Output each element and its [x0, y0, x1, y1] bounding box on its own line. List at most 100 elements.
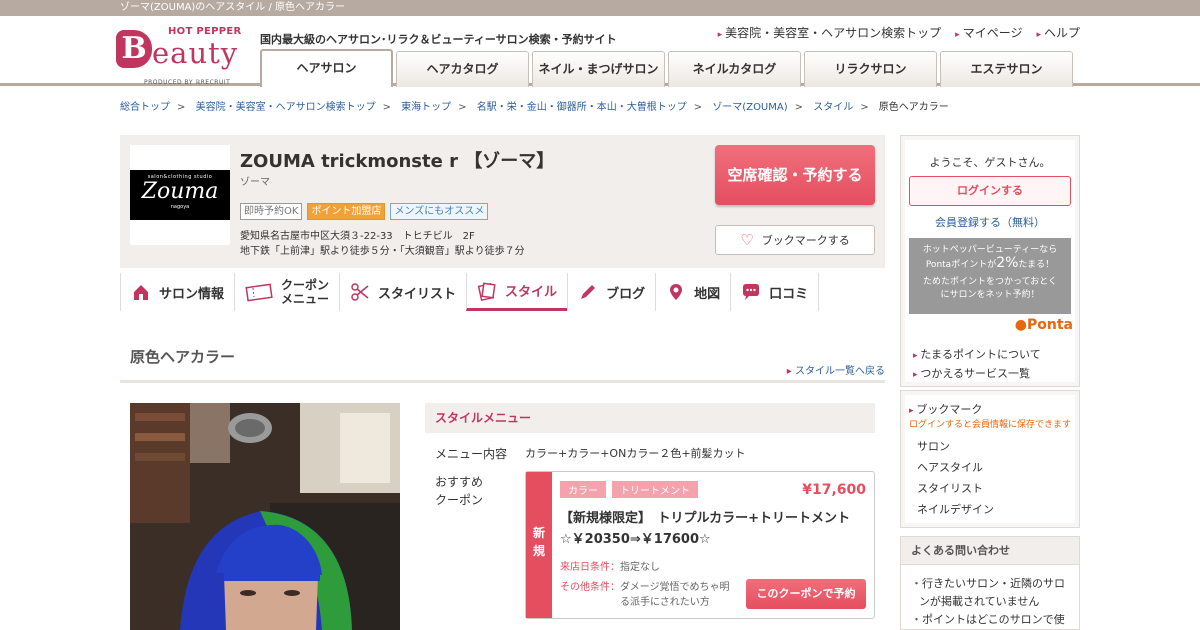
style-menu-header: スタイルメニュー — [425, 403, 875, 433]
coupon-other-condition: その他条件：ダメージ覚悟でめちゃ明 る派手にされたい方 — [560, 580, 730, 610]
tab-blog[interactable]: ブログ — [567, 273, 655, 311]
bookmark-item-stylist[interactable]: スタイリスト — [909, 478, 1071, 499]
point-links: たまるポイントについて つかえるサービス一覧 — [913, 346, 1041, 384]
bookmark-item-nail[interactable]: ネイルデザイン — [909, 499, 1071, 520]
tab-coupon-label-2: メニュー — [281, 292, 330, 306]
tab-coupon-menu-label: クーポン メニュー — [281, 278, 329, 306]
coupon-card: 新規 カラー トリートメント ¥17,600 【新規様限定】 トリプルカラー+ト… — [525, 471, 875, 619]
ponta-mascot-icon: ● — [1014, 317, 1027, 333]
tab-review[interactable]: 口コミ — [730, 273, 820, 311]
breadcrumb-item[interactable]: 名駅・栄・金山・御器所・本山・大曽根トップ — [477, 102, 687, 113]
map-pin-icon — [670, 284, 683, 300]
tab-map[interactable]: 地図 — [655, 273, 730, 311]
recommended-coupon-label-1: おすすめ — [435, 475, 484, 489]
tab-stylist[interactable]: スタイリスト — [339, 273, 466, 311]
house-icon — [134, 285, 148, 300]
tab-blog-label: ブログ — [606, 286, 646, 302]
ponta-logo: ●Ponta — [1015, 317, 1073, 333]
ponta-percent: 2% — [996, 255, 1019, 271]
recommended-coupon-label: おすすめ クーポン — [435, 473, 483, 509]
ponta-line-4: にサロンをネット予約！ — [940, 290, 1040, 300]
gnav-nail-salon[interactable]: ネイル・まつげサロン — [532, 51, 665, 87]
style-photo[interactable] — [130, 403, 400, 630]
ponta-line-2: Pontaポイントが2%たまる！ — [909, 255, 1071, 272]
login-button[interactable]: ログインする — [909, 176, 1071, 206]
ponta-banner[interactable]: ホットペッパービューティーなら Pontaポイントが2%たまる！ ためたポイント… — [909, 238, 1071, 314]
hotpepper-beauty-logo[interactable]: HOT PEPPER B eauty PRODUCED BY ℝRECRUIT — [116, 24, 248, 96]
coupon-visit-condition: 来店日条件：指定なし — [560, 560, 660, 575]
gnav-esthe-salon[interactable]: エステサロン — [940, 51, 1073, 87]
ponta-line-1: ホットペッパービューティーなら — [922, 245, 1058, 255]
tab-salon-info[interactable]: サロン情報 — [120, 273, 234, 311]
menu-content-label: メニュー内容 — [435, 447, 508, 461]
breadcrumb-item[interactable]: 東海トップ — [401, 102, 451, 113]
coupon-visit-condition-value: 指定なし — [620, 562, 660, 573]
pencil-icon — [581, 285, 596, 299]
bookmark-button[interactable]: ♡ ブックマークする — [715, 225, 875, 255]
salon-header-box: salon&clothing studio Zouma nagoya ZOUMA… — [120, 135, 885, 268]
salon-kana: ゾーマ — [240, 177, 270, 188]
reserve-with-coupon-button[interactable]: このクーポンで予約 — [746, 579, 866, 609]
back-to-style-list-link[interactable]: スタイル一覧へ戻る — [787, 362, 885, 377]
site-header: HOT PEPPER B eauty PRODUCED BY ℝRECRUIT … — [0, 16, 1200, 87]
tab-salon-info-label: サロン情報 — [159, 286, 225, 302]
gnav-relax-salon[interactable]: リラクサロン — [804, 51, 937, 87]
bookmark-label: ブックマークする — [761, 234, 850, 247]
tab-coupon-label-1: クーポン — [281, 278, 330, 292]
gnav-hair-catalog[interactable]: ヘアカタログ — [396, 51, 529, 87]
faq-item[interactable]: 行きたいサロン・近隣のサロンが掲載されていません — [909, 575, 1071, 611]
ponta-line-3: ためたポイントをつかっておとく — [922, 277, 1057, 287]
tab-style[interactable]: スタイル — [466, 273, 568, 311]
salon-badges: 即時予約OK ポイント加盟店 メンズにもオススメ — [240, 203, 489, 220]
title-divider — [120, 380, 885, 383]
bookmark-note: ログインすると会員情報に保存できます — [909, 420, 1072, 430]
top-links: 美容院・美容室・ヘアサロン検索トップ マイページ ヘルプ — [718, 24, 1080, 41]
gnav-nail-catalog[interactable]: ネイルカタログ — [668, 51, 801, 87]
menu-content-row: メニュー内容 カラー+カラー+ONカラー２色+前髪カット — [435, 445, 746, 462]
top-link-search[interactable]: 美容院・美容室・ヘアサロン検索トップ — [718, 24, 941, 41]
recommended-coupon-label-2: クーポン — [435, 493, 484, 507]
coupon-other-condition-value-2: る派手にされたい方 — [620, 597, 710, 608]
faq-item[interactable]: ポイントはどこのサロンで使 — [909, 611, 1071, 629]
register-link[interactable]: 会員登録する（無料） — [905, 214, 1075, 230]
breadcrumb: 総合トップ > 美容院・美容室・ヘアサロン検索トップ > 東海トップ > 名駅・栄・金… — [120, 102, 949, 113]
bookmark-item-hairstyle[interactable]: ヘアスタイル — [909, 457, 1071, 478]
salon-logo-black-band: salon&clothing studio Zouma nagoya — [130, 170, 230, 220]
coupon-icon — [245, 283, 273, 302]
heart-icon: ♡ — [740, 231, 754, 249]
salon-address-block: 愛知県名古屋市中区大須３-22-33 トヒチビル 2F 地下鉄「上前津」駅より徒… — [240, 229, 525, 259]
faq-list: 行きたいサロン・近隣のサロンが掲載されていません ポイントはどこのサロンで使 — [901, 565, 1079, 629]
salon-logo-name: Zouma — [141, 179, 219, 204]
breadcrumb-item[interactable]: ゾーマ(ZOUMA) — [712, 102, 787, 113]
tab-coupon-menu[interactable]: クーポン メニュー — [234, 273, 339, 311]
breadcrumb-item[interactable]: 美容院・美容室・ヘアサロン検索トップ — [196, 102, 376, 113]
scissors-icon — [351, 283, 369, 301]
global-nav: ヘアサロン ヘアカタログ ネイル・まつげサロン ネイルカタログ リラクサロン エ… — [260, 49, 1073, 87]
bookmark-item-salon[interactable]: サロン — [909, 436, 1071, 457]
salon-access: 地下鉄「上前津」駅より徒歩５分・「大須観音」駅より徒歩７分 — [240, 246, 525, 257]
coupon-tag: トリートメント — [612, 481, 698, 498]
tab-review-label: 口コミ — [769, 286, 809, 302]
style-photo-image — [130, 403, 400, 630]
reserve-button[interactable]: 空席確認・予約する — [715, 145, 875, 205]
salon-name: ZOUMA trickmonste r 【ゾーマ】 — [240, 151, 555, 172]
coupon-title: 【新規様限定】 トリプルカラー+トリートメント ☆￥20350⇒￥17600☆ — [560, 511, 864, 547]
point-link[interactable]: つかえるサービス一覧 — [913, 365, 1041, 384]
breadcrumb-current: 原色ヘアカラー — [878, 102, 949, 113]
salon-address: 愛知県名古屋市中区大須３-22-33 トヒチビル 2F — [240, 231, 475, 242]
welcome-text: ようこそ、ゲストさん。 — [929, 156, 1051, 169]
breadcrumb-item[interactable]: スタイル — [813, 102, 853, 113]
badge-instant-booking: 即時予約OK — [240, 203, 303, 220]
point-link[interactable]: たまるポイントについて — [913, 346, 1040, 365]
top-link-help[interactable]: ヘルプ — [1036, 24, 1080, 41]
sidebar-login-box: ようこそ、ゲストさん。 ログインする 会員登録する（無料） ホットペッパービュー… — [900, 135, 1080, 387]
bookmark-title[interactable]: ブックマーク — [909, 401, 1071, 417]
sidebar-faq-box: よくある問い合わせ 行きたいサロン・近隣のサロンが掲載されていません ポイントは… — [900, 536, 1080, 630]
ponta-line-2a: Pontaポイントが — [925, 260, 997, 270]
gnav-hair-salon[interactable]: ヘアサロン — [260, 49, 393, 87]
top-link-mypage[interactable]: マイページ — [955, 24, 1023, 41]
breadcrumb-item[interactable]: 総合トップ — [120, 102, 170, 113]
logo-beauty-text: eauty — [152, 36, 239, 70]
salon-nav: サロン情報 クーポン メニュー スタイリスト スタイル ブログ 地図 口コミ — [120, 273, 820, 313]
speech-bubble-icon — [743, 284, 760, 300]
